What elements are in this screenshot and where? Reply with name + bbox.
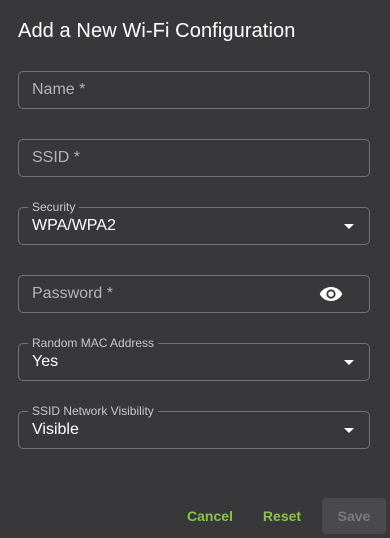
password-field[interactable]: Password * xyxy=(18,275,370,313)
name-field[interactable]: Name * xyxy=(18,71,370,109)
reset-button[interactable]: Reset xyxy=(257,498,307,534)
cancel-button[interactable]: Cancel xyxy=(181,498,239,534)
security-select[interactable]: Security WPA/WPA2 xyxy=(18,201,370,245)
wifi-config-dialog: Add a New Wi-Fi Configuration Name * SSI… xyxy=(0,0,390,538)
dialog-title: Add a New Wi-Fi Configuration xyxy=(18,20,296,42)
save-button[interactable]: Save xyxy=(322,498,386,534)
ssid-field[interactable]: SSID * xyxy=(18,139,370,177)
eye-icon[interactable] xyxy=(319,284,343,304)
ssid-visibility-select[interactable]: SSID Network Visibility Visible xyxy=(18,405,370,449)
caret-down-icon xyxy=(344,360,354,365)
ssid-placeholder: SSID * xyxy=(32,149,81,166)
random-mac-value: Yes xyxy=(32,353,59,370)
password-placeholder: Password * xyxy=(32,285,113,302)
caret-down-icon xyxy=(344,428,354,433)
security-value: WPA/WPA2 xyxy=(32,217,116,234)
caret-down-icon xyxy=(344,224,354,229)
ssid-visibility-value: Visible xyxy=(32,421,79,438)
name-placeholder: Name * xyxy=(32,81,86,98)
random-mac-select[interactable]: Random MAC Address Yes xyxy=(18,337,370,381)
